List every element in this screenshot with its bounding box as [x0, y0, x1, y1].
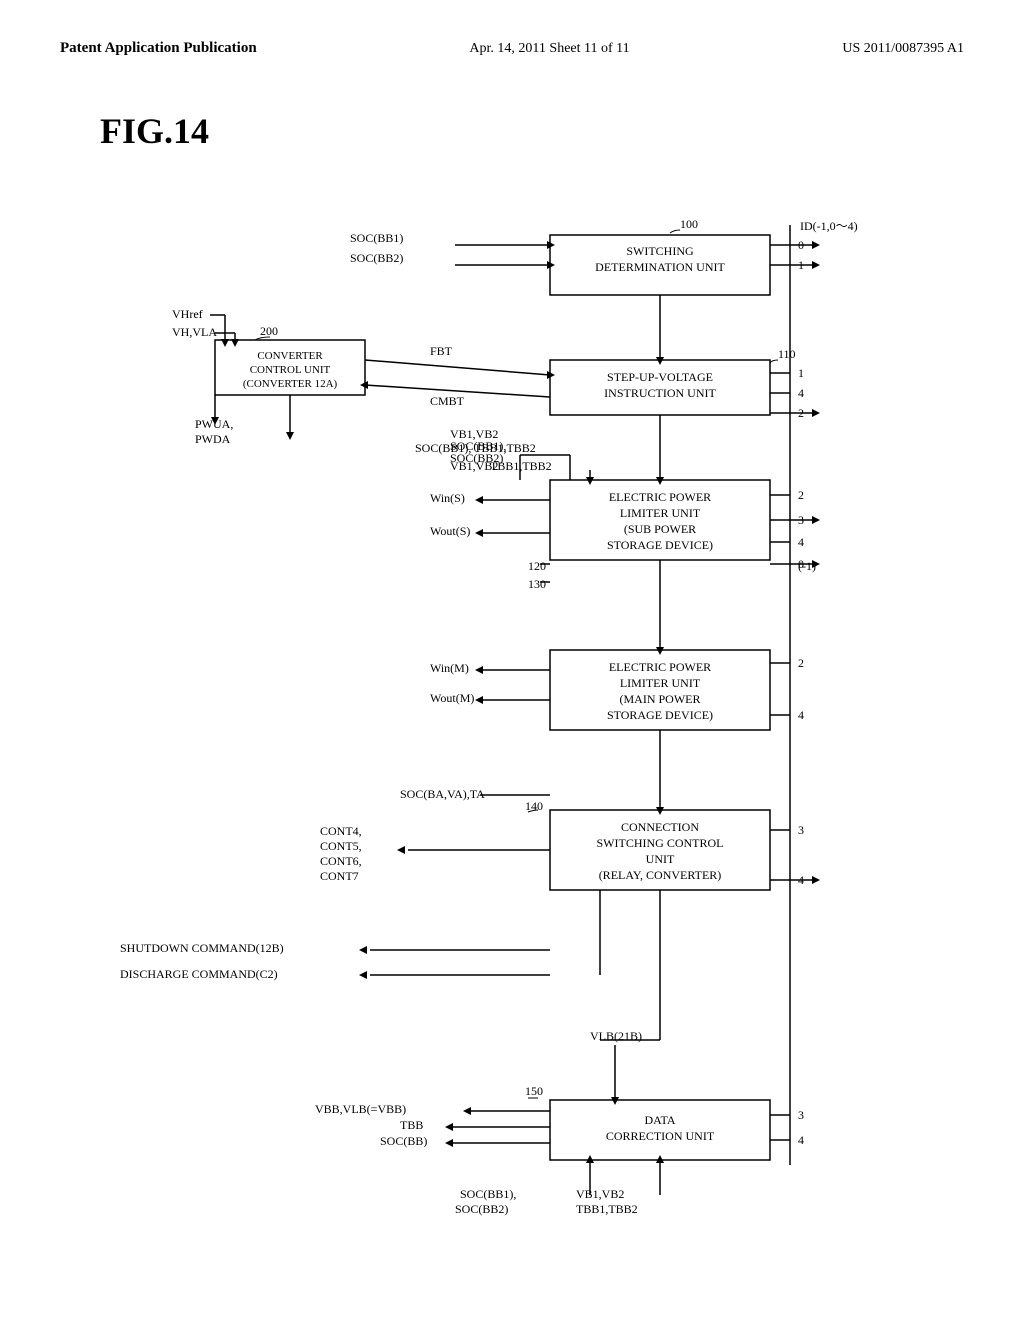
- svg-text:110: 110: [778, 347, 796, 361]
- svg-text:SWITCHING CONTROL: SWITCHING CONTROL: [597, 836, 724, 850]
- svg-text:STORAGE DEVICE): STORAGE DEVICE): [607, 708, 713, 722]
- svg-text:SOC(BB1): SOC(BB1): [350, 231, 403, 245]
- svg-text:(SUB POWER: (SUB POWER: [624, 522, 696, 536]
- svg-text:4: 4: [798, 386, 804, 400]
- svg-text:(CONVERTER 12A): (CONVERTER 12A): [243, 378, 338, 390]
- svg-text:Win(M): Win(M): [430, 661, 469, 675]
- svg-text:200: 200: [260, 324, 278, 338]
- svg-text:TBB1,TBB2: TBB1,TBB2: [490, 459, 552, 473]
- svg-text:3: 3: [798, 823, 804, 837]
- svg-text:ELECTRIC POWER: ELECTRIC POWER: [609, 660, 711, 674]
- svg-text:SHUTDOWN COMMAND(12B): SHUTDOWN COMMAND(12B): [120, 941, 284, 955]
- svg-text:4: 4: [798, 1133, 804, 1147]
- svg-text:DISCHARGE COMMAND(C2): DISCHARGE COMMAND(C2): [120, 967, 278, 981]
- svg-text:SOC(BB2): SOC(BB2): [350, 251, 403, 265]
- svg-text:CORRECTION UNIT: CORRECTION UNIT: [606, 1129, 715, 1143]
- svg-text:CONTROL UNIT: CONTROL UNIT: [250, 364, 331, 376]
- svg-text:SOC(BB1),: SOC(BB1),: [460, 1187, 516, 1201]
- svg-text:(-1): (-1): [798, 559, 816, 573]
- svg-text:VB1,VB2: VB1,VB2: [576, 1187, 624, 1201]
- svg-text:SOC(BA,VA),TA: SOC(BA,VA),TA: [400, 787, 485, 801]
- svg-text:TBB: TBB: [400, 1118, 423, 1132]
- header-right: US 2011/0087395 A1: [842, 41, 964, 57]
- svg-text:SOC(BB): SOC(BB): [380, 1134, 427, 1148]
- svg-text:3: 3: [798, 1108, 804, 1122]
- svg-text:LIMITER UNIT: LIMITER UNIT: [620, 676, 701, 690]
- svg-text:SWITCHING: SWITCHING: [626, 244, 694, 258]
- svg-text:VH,VLA: VH,VLA: [172, 325, 217, 339]
- svg-text:ELECTRIC POWER: ELECTRIC POWER: [609, 490, 711, 504]
- svg-text:ID(-1,0～4): ID(-1,0～4): [800, 219, 858, 233]
- page-header: Patent Application Publication Apr. 14, …: [60, 40, 964, 57]
- svg-text:CONVERTER: CONVERTER: [257, 350, 323, 362]
- svg-text:CONNECTION: CONNECTION: [621, 820, 699, 834]
- svg-text:CONT7: CONT7: [320, 869, 359, 883]
- svg-text:LIMITER UNIT: LIMITER UNIT: [620, 506, 701, 520]
- svg-text:VHref: VHref: [172, 307, 203, 321]
- svg-text:Wout(M): Wout(M): [430, 691, 474, 705]
- svg-text:DATA: DATA: [644, 1113, 675, 1127]
- svg-text:PWDA: PWDA: [195, 432, 231, 446]
- svg-text:VBB,VLB(=VBB): VBB,VLB(=VBB): [315, 1102, 406, 1116]
- svg-text:CONT5,: CONT5,: [320, 839, 362, 853]
- svg-text:CMBT: CMBT: [430, 394, 465, 408]
- svg-text:(MAIN POWER: (MAIN POWER: [620, 692, 701, 706]
- svg-text:(RELAY, CONVERTER): (RELAY, CONVERTER): [599, 868, 722, 882]
- svg-text:CONT6,: CONT6,: [320, 854, 362, 868]
- header-center: Apr. 14, 2011 Sheet 11 of 11: [469, 41, 629, 57]
- svg-text:Win(S): Win(S): [430, 491, 465, 505]
- svg-text:Wout(S): Wout(S): [430, 524, 470, 538]
- svg-text:4: 4: [798, 708, 804, 722]
- svg-text:SOC(BB1), TBB1,TBB2: SOC(BB1), TBB1,TBB2: [415, 441, 536, 455]
- svg-text:4: 4: [798, 535, 804, 549]
- diagram-svg: SWITCHING DETERMINATION UNIT STEP-UP-VOL…: [60, 80, 1020, 1300]
- svg-text:DETERMINATION UNIT: DETERMINATION UNIT: [595, 260, 725, 274]
- svg-text:130: 130: [528, 577, 546, 591]
- svg-text:1: 1: [798, 366, 804, 380]
- svg-text:VB1,VB2: VB1,VB2: [450, 427, 498, 441]
- svg-text:UNIT: UNIT: [646, 852, 675, 866]
- svg-text:STEP-UP-VOLTAGE: STEP-UP-VOLTAGE: [607, 370, 713, 384]
- svg-text:FBT: FBT: [430, 344, 453, 358]
- svg-text:INSTRUCTION UNIT: INSTRUCTION UNIT: [604, 386, 716, 400]
- svg-text:120: 120: [528, 559, 546, 573]
- header-left: Patent Application Publication: [60, 40, 257, 57]
- svg-text:2: 2: [798, 488, 804, 502]
- svg-text:SOC(BB2): SOC(BB2): [455, 1202, 508, 1216]
- svg-text:100: 100: [680, 217, 698, 231]
- svg-text:2: 2: [798, 656, 804, 670]
- svg-text:150: 150: [525, 1084, 543, 1098]
- svg-text:TBB1,TBB2: TBB1,TBB2: [576, 1202, 638, 1216]
- svg-text:VLB(21B): VLB(21B): [590, 1029, 642, 1043]
- svg-text:CONT4,: CONT4,: [320, 824, 362, 838]
- svg-text:STORAGE DEVICE): STORAGE DEVICE): [607, 538, 713, 552]
